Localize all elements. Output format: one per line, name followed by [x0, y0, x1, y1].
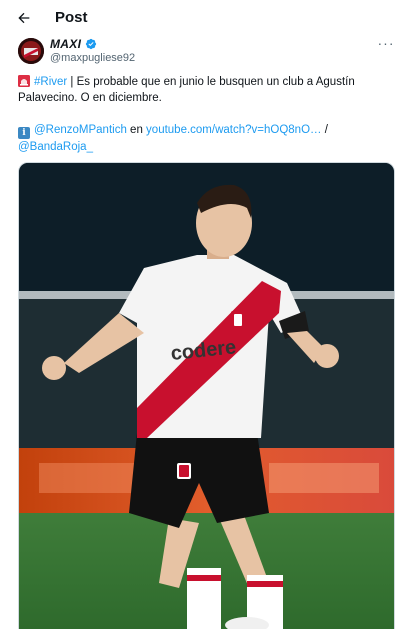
more-options-button[interactable]: ··· [376, 35, 396, 51]
youtube-link[interactable]: youtube.com/watch?v=hOQ8nO… [146, 124, 321, 136]
page-title: Post [55, 9, 88, 26]
information-icon: i [18, 127, 30, 139]
tweet-body-text: | Es probable que en junio le busquen un… [18, 76, 355, 104]
avatar[interactable] [18, 38, 44, 64]
tweet-text: #River | Es probable que en junio le bus… [18, 74, 398, 155]
top-bar: Post [0, 0, 414, 36]
author-name-row: MAXI [50, 37, 97, 51]
rotating-light-icon [18, 75, 30, 87]
more-horizontal-icon: ··· [377, 35, 395, 51]
arrow-left-icon [18, 12, 30, 24]
author-handle[interactable]: @maxpugliese92 [50, 52, 135, 64]
mention-link-2[interactable]: @BandaRoja_ [18, 141, 93, 153]
mention-link-1[interactable]: @RenzoMPantich [34, 124, 127, 136]
back-button[interactable] [14, 8, 34, 28]
separator-text: / [321, 124, 328, 136]
hashtag-link[interactable]: #River [34, 76, 67, 88]
tweet-paragraph-2: i @RenzoMPantich en youtube.com/watch?v=h… [18, 122, 398, 155]
connector-text: en [126, 124, 147, 136]
tweet-photo[interactable]: codere [18, 162, 395, 629]
author-display-name[interactable]: MAXI [50, 37, 81, 51]
tweet-paragraph-1: #River | Es probable que en junio le bus… [18, 74, 398, 106]
verified-badge-icon [86, 38, 97, 50]
